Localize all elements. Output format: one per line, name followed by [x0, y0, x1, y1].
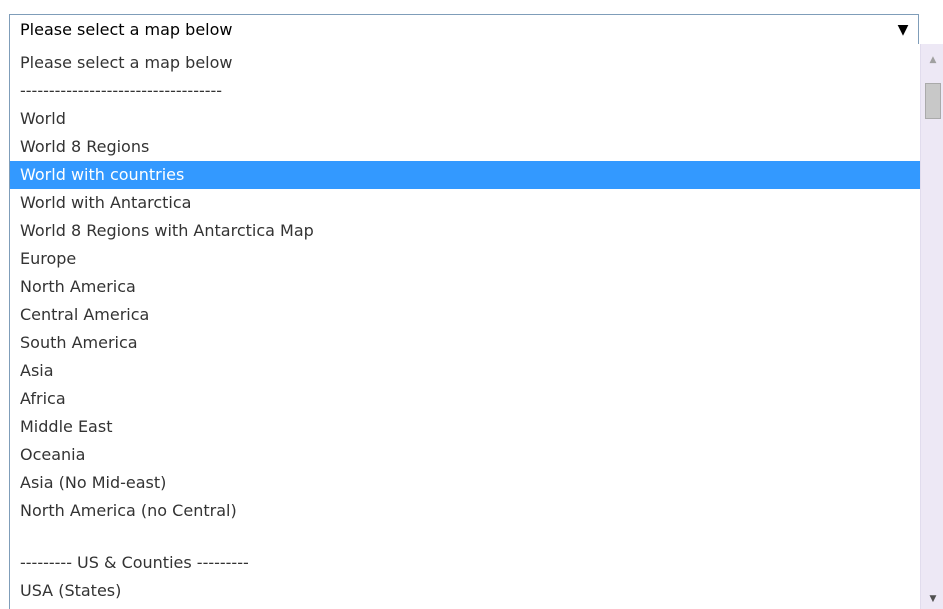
option-asia-no-mid-east[interactable]: Asia (No Mid-east) [10, 469, 920, 497]
option-us-counties-separator[interactable]: --------- US & Counties --------- [10, 549, 920, 577]
option-please-select[interactable]: Please select a map below [10, 49, 920, 77]
scroll-thumb[interactable] [925, 83, 941, 119]
option-blank[interactable] [10, 525, 920, 549]
option-world-with-countries[interactable]: World with countries [10, 161, 920, 189]
option-asia[interactable]: Asia [10, 357, 920, 385]
option-europe[interactable]: Europe [10, 245, 920, 273]
option-usa-states[interactable]: USA (States) [10, 577, 920, 605]
option-separator[interactable]: ----------------------------------- [10, 77, 920, 105]
dropdown-list: Please select a map below --------------… [9, 44, 943, 609]
option-north-america[interactable]: North America [10, 273, 920, 301]
scroll-down-arrow-icon[interactable]: ▼ [921, 593, 943, 605]
map-select-widget: Please select a map below ▼ Please selec… [0, 0, 943, 609]
option-north-america-no-central[interactable]: North America (no Central) [10, 497, 920, 525]
option-south-america[interactable]: South America [10, 329, 920, 357]
option-world-8-regions[interactable]: World 8 Regions [10, 133, 920, 161]
option-list: Please select a map below --------------… [10, 49, 920, 605]
option-middle-east[interactable]: Middle East [10, 413, 920, 441]
dropdown-scrollbar[interactable]: ▲ ▼ [920, 44, 943, 609]
scroll-up-arrow-icon[interactable]: ▲ [921, 54, 943, 66]
option-world-with-antarctica[interactable]: World with Antarctica [10, 189, 920, 217]
option-world[interactable]: World [10, 105, 920, 133]
option-central-america[interactable]: Central America [10, 301, 920, 329]
option-africa[interactable]: Africa [10, 385, 920, 413]
dropdown-arrow-icon[interactable]: ▼ [888, 22, 918, 38]
map-select[interactable]: Please select a map below ▼ [9, 14, 919, 44]
select-current-value: Please select a map below [20, 20, 233, 39]
option-world-8-regions-antarctica[interactable]: World 8 Regions with Antarctica Map [10, 217, 920, 245]
option-oceania[interactable]: Oceania [10, 441, 920, 469]
